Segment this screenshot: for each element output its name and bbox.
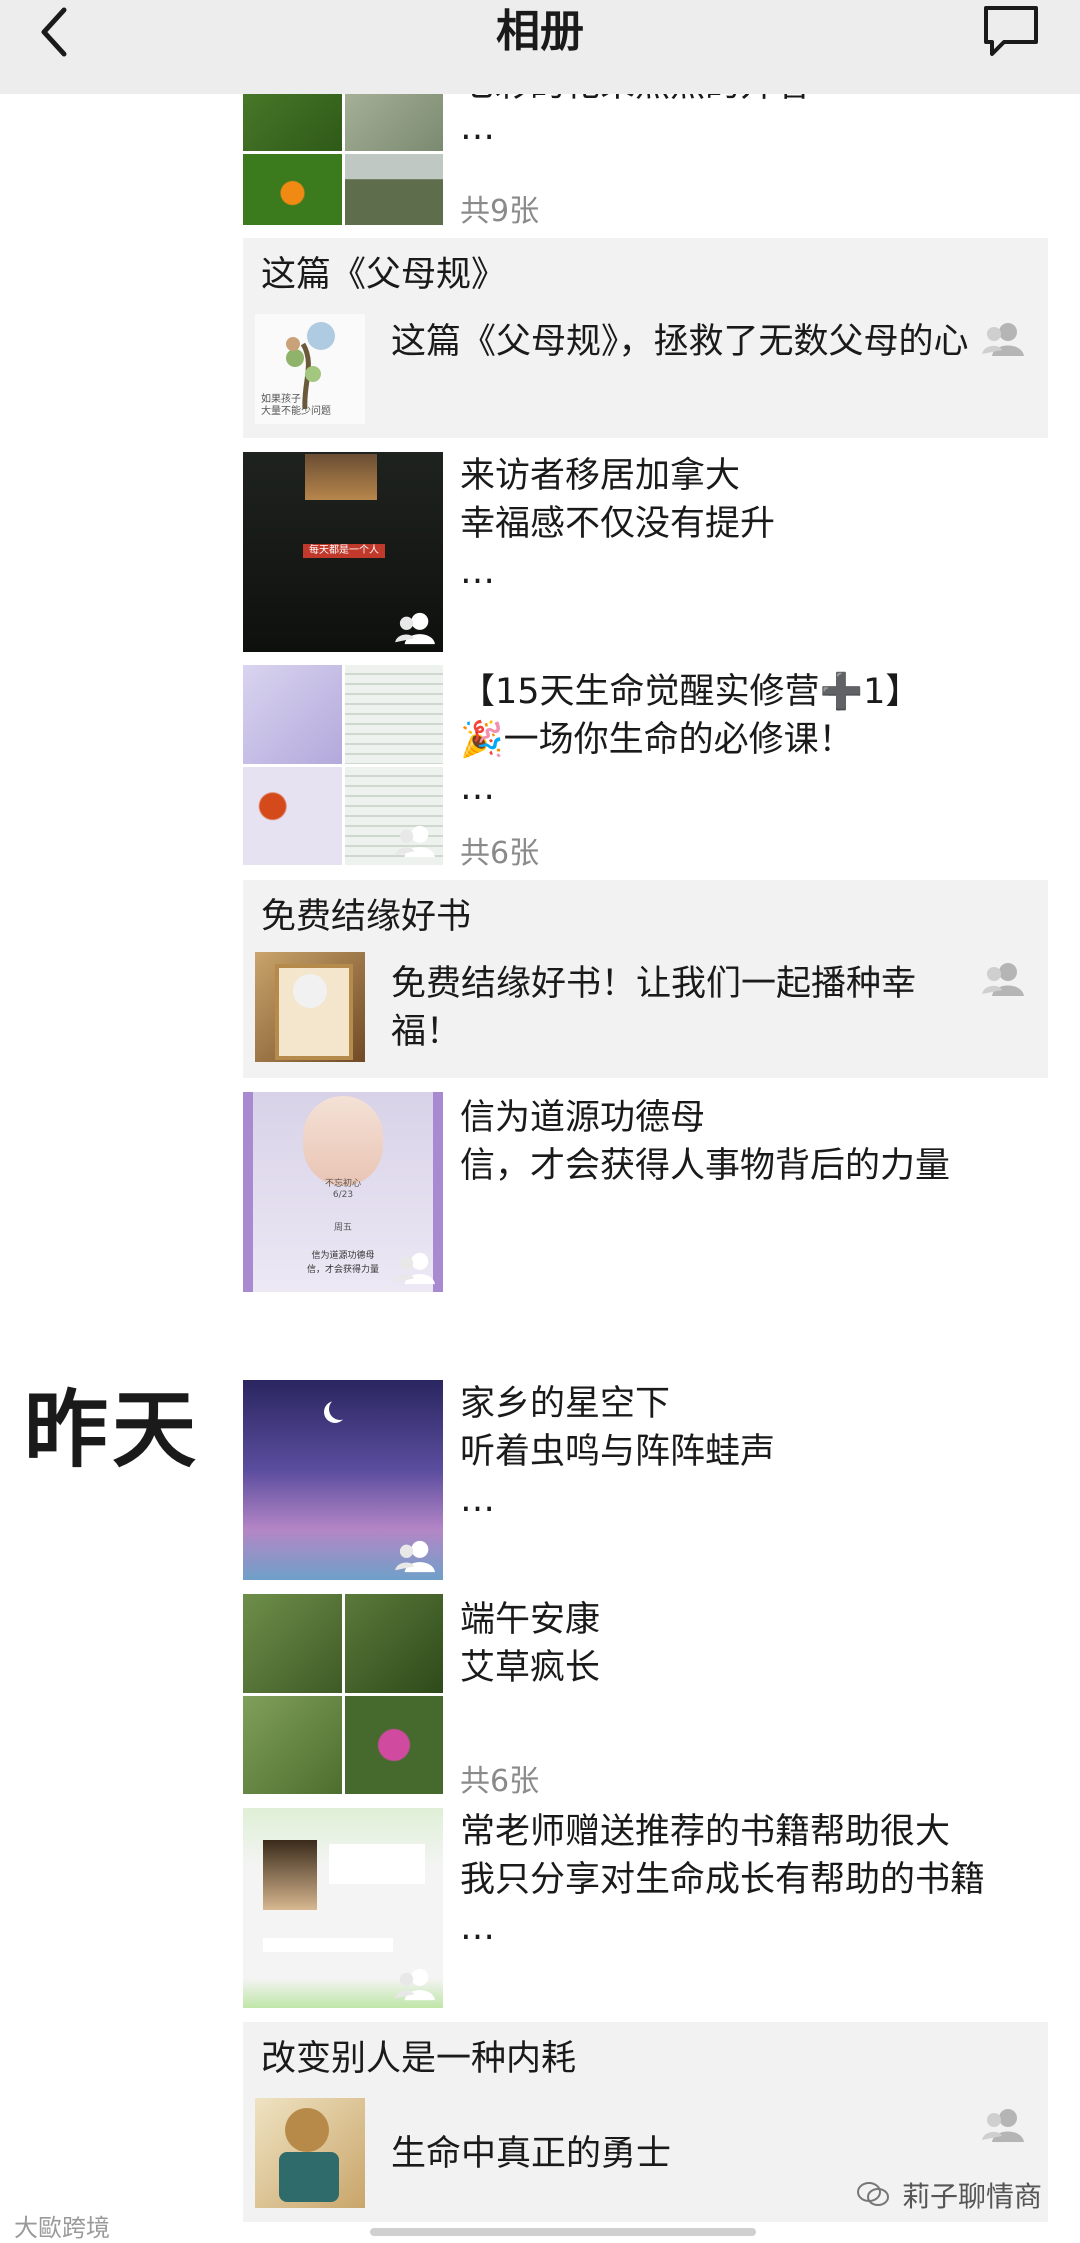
post-line: 幸福感不仅没有提升 <box>460 504 776 544</box>
image-caption: 大量不能少问题 <box>261 406 331 417</box>
post-line: 听着虫鸣与阵阵蛙声 <box>460 1432 776 1472</box>
person-icon <box>982 963 1024 996</box>
post-thumbnail[interactable]: 每天都是一个人 <box>243 452 443 652</box>
share-header: 这篇《父母规》 <box>261 255 507 295</box>
post-thumbnail[interactable] <box>243 1808 443 2008</box>
person-icon <box>395 825 435 858</box>
image-text: 每天都是一个人 <box>303 544 385 558</box>
share-header: 免费结缘好书 <box>261 897 472 937</box>
page-title: 相册 <box>496 6 584 57</box>
person-icon <box>395 1540 435 1573</box>
ellipsis: … <box>460 1908 495 1948</box>
share-card[interactable]: 免费结缘好书 免费结缘好书！让我们一起播种幸福！ <box>243 880 1048 1078</box>
person-icon <box>982 323 1024 356</box>
share-card[interactable]: 这篇《父母规》 如果孩子 大量不能少问题 这篇《父母规》，拯救了无数父母的心 <box>243 238 1048 438</box>
person-icon <box>395 1968 435 2001</box>
ellipsis: … <box>460 768 495 808</box>
post-thumbnail[interactable] <box>243 1594 443 1794</box>
person-icon <box>395 1252 435 1285</box>
post-line: 端午安康 <box>460 1600 601 1640</box>
post-text[interactable]: 端午安康 艾草疯长 <box>460 1596 600 1692</box>
post-line: 常老师赠送推荐的书籍帮助很大 <box>460 1812 951 1852</box>
person-icon <box>395 612 435 645</box>
image-text: 不忘初心 <box>324 1179 361 1189</box>
share-text: 免费结缘好书！让我们一起播种幸福！ <box>391 964 917 1052</box>
ellipsis: … <box>460 552 495 592</box>
post-line: 信，才会获得人事物背后的力量 <box>460 1146 951 1186</box>
ellipsis: … <box>460 108 495 148</box>
watermark: 莉子聊情商 <box>902 2180 1043 2213</box>
post-thumbnail[interactable]: 不忘初心 6/23 周五 信为道源功德母 信，才会获得力量 <box>243 1092 443 1292</box>
watermark: 大歐跨境 <box>14 2214 110 2242</box>
person-icon <box>982 2109 1024 2142</box>
post-line: 信为道源功德母 <box>460 1098 706 1138</box>
post-line: 我只分享对生命成长有帮助的书籍 <box>460 1860 986 1900</box>
post-text[interactable]: 常老师赠送推荐的书籍帮助很大 我只分享对生命成长有帮助的书籍 … <box>460 1808 985 1952</box>
photo-count: 共6张 <box>460 1764 540 1799</box>
post-thumbnail[interactable] <box>243 1380 443 1580</box>
post-thumbnail[interactable] <box>243 80 443 225</box>
ellipsis: … <box>460 1480 495 1520</box>
image-caption: 如果孩子 <box>261 394 301 405</box>
post-text[interactable]: 【15天生命觉醒实修营➕1】 🎉一场你生命的必修课！ … <box>460 668 920 812</box>
post-line: 【15天生命觉醒实修营➕1】 <box>460 672 921 712</box>
navbar: 相册 <box>0 0 1080 94</box>
share-header: 改变别人是一种内耗 <box>261 2039 577 2079</box>
image-text: 周五 <box>333 1223 352 1233</box>
post-text[interactable]: 家乡的星空下 听着虫鸣与阵阵蛙声 … <box>460 1380 775 1524</box>
post-text[interactable]: 信为道源功德母 信，才会获得人事物背后的力量 <box>460 1094 950 1190</box>
post-line: 艾草疯长 <box>460 1648 601 1688</box>
post-text[interactable]: 来访者移居加拿大 幸福感不仅没有提升 … <box>460 452 775 596</box>
post-line: 家乡的星空下 <box>460 1384 671 1424</box>
wechat-icon <box>857 2182 889 2206</box>
share-text: 这篇《父母规》，拯救了无数父母的心 <box>391 322 969 362</box>
post-line: 🎉一场你生命的必修课！ <box>460 720 854 760</box>
post-line: 来访者移居加拿大 <box>460 456 741 496</box>
photo-count: 共6张 <box>460 836 540 871</box>
share-image <box>255 2098 365 2208</box>
home-indicator <box>370 2228 756 2236</box>
comment-icon[interactable] <box>982 4 1040 58</box>
share-image <box>255 952 365 1062</box>
photo-count: 共9张 <box>460 194 540 229</box>
image-text: 6/23 <box>332 1190 354 1200</box>
share-image: 如果孩子 大量不能少问题 <box>255 314 365 424</box>
date-label: 昨天 <box>24 1381 201 1479</box>
share-text: 生命中真正的勇士 <box>391 2134 672 2174</box>
